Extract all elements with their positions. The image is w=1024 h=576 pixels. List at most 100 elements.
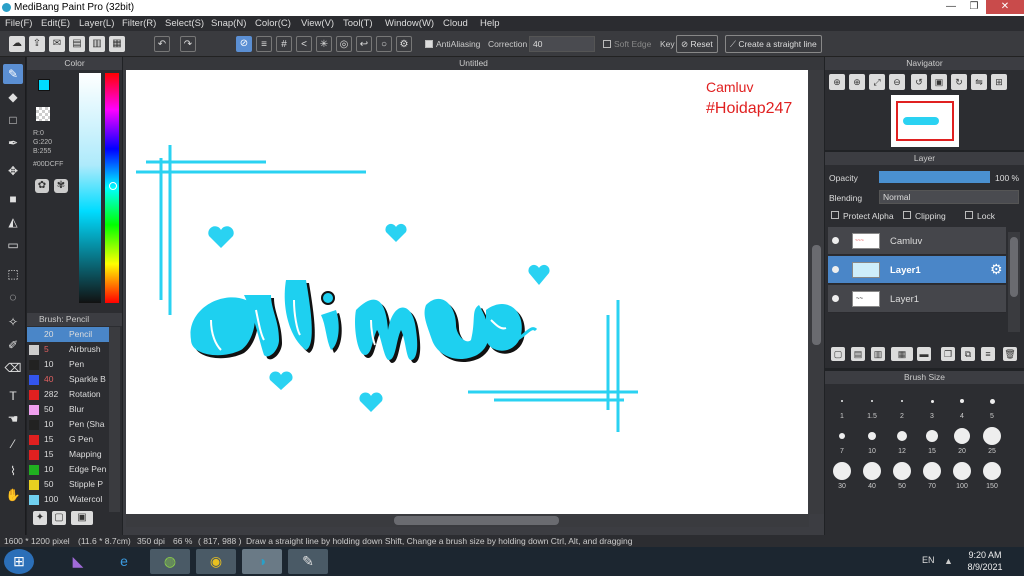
brush-size-option[interactable] (926, 430, 938, 442)
message-icon[interactable]: ▤ (69, 36, 85, 52)
language-indicator[interactable]: EN (922, 555, 935, 565)
brush-size-option[interactable] (923, 462, 941, 480)
rotate-right-icon[interactable]: ↻ (951, 74, 967, 90)
chrome-icon[interactable]: ◉ (196, 549, 236, 574)
text-tool-icon[interactable]: T (3, 386, 23, 406)
internet-explorer-icon[interactable]: e (104, 549, 144, 574)
transparent-color-swatch[interactable] (36, 107, 50, 121)
brush-new-icon[interactable]: ▢ (52, 511, 66, 525)
snap-settings-icon[interactable]: ⚙ (396, 36, 412, 52)
brush-list-item[interactable]: 10 Pen (Sha (27, 417, 109, 432)
soft-edge-checkbox[interactable] (603, 40, 611, 48)
document-tab[interactable]: Untitled (123, 57, 824, 70)
brush-list-item[interactable]: 10 Pen (27, 357, 109, 372)
brush-list-item[interactable]: 5 Airbrush (27, 342, 109, 357)
fit-icon[interactable]: ⤢ (869, 74, 885, 90)
menu-view[interactable]: View(V) (301, 18, 334, 29)
new-halftone-layer-icon[interactable]: ▤ (851, 347, 865, 361)
comment-icon[interactable]: ✉ (49, 36, 65, 52)
brush-list-item[interactable]: 282 Rotation (27, 387, 109, 402)
lock-checkbox[interactable] (965, 211, 973, 219)
brush-size-option[interactable] (954, 428, 970, 444)
visibility-icon[interactable] (832, 295, 839, 302)
zoom-in-icon[interactable]: ⊕ (829, 74, 845, 90)
dot-tool-icon[interactable]: □ (3, 110, 23, 130)
flip-icon[interactable]: ⇋ (971, 74, 987, 90)
move-tool-icon[interactable]: ✥ (3, 161, 23, 181)
navigator-preview[interactable] (891, 95, 959, 147)
brush-tool-icon[interactable]: ✎ (3, 64, 23, 84)
cloud-icon[interactable]: ☁ (9, 36, 25, 52)
brush-list-item[interactable]: 50 Blur (27, 402, 109, 417)
menu-window[interactable]: Window(W) (385, 18, 434, 29)
blending-select[interactable]: Normal (879, 190, 1019, 204)
grid-snap-icon[interactable]: # (276, 36, 292, 52)
rotate-left-icon[interactable]: ↺ (911, 74, 927, 90)
menu-filter[interactable]: Filter(R) (122, 18, 156, 29)
straight-line-button[interactable]: ⟋ Create a straight line (725, 35, 822, 53)
medibang-taskbar-icon[interactable]: ◑ (242, 549, 282, 574)
visibility-icon[interactable] (832, 266, 839, 273)
brush-size-option[interactable] (839, 433, 845, 439)
brush-size-option[interactable] (868, 432, 876, 440)
fit-screen-icon[interactable]: ▣ (931, 74, 947, 90)
start-button-icon[interactable]: ⊞ (4, 549, 34, 574)
hand-tool-icon[interactable]: ✋ (3, 485, 23, 505)
brush-size-option[interactable] (953, 462, 971, 480)
brush-size-option[interactable] (841, 400, 843, 402)
layer-row-camluv[interactable]: ~~~ Camluv (828, 227, 1006, 255)
brush-size-option[interactable] (901, 400, 903, 402)
new-8bit-layer-icon[interactable]: ▥ (871, 347, 885, 361)
brush-size-option[interactable] (930, 399, 934, 403)
folder-icon[interactable]: ▬ (917, 347, 931, 361)
menu-color[interactable]: Color(C) (255, 18, 291, 29)
circle-snap-icon[interactable]: ◎ (336, 36, 352, 52)
brush-list-item[interactable]: 50 Stipple P (27, 477, 109, 492)
bucket-tool-icon[interactable]: ◭ (3, 212, 23, 232)
new-layer-icon[interactable]: ▢ (831, 347, 845, 361)
menu-cloud[interactable]: Cloud (443, 18, 468, 29)
layer-scroll-thumb[interactable] (1010, 237, 1018, 297)
layer-settings-gear-icon[interactable]: ⚙ (990, 261, 1003, 278)
hue-cursor[interactable] (109, 182, 117, 190)
redo-icon[interactable]: ↷ (180, 36, 196, 52)
paint-icon[interactable]: ✎ (288, 549, 328, 574)
settings-doc-icon[interactable]: ▦ (109, 36, 125, 52)
protect-alpha-checkbox[interactable] (831, 211, 839, 219)
delete-layer-icon[interactable]: 🗑 (1003, 347, 1017, 361)
brush-size-option[interactable] (960, 399, 964, 403)
menu-snap[interactable]: Snap(N) (211, 18, 246, 29)
brush-settings-icon[interactable]: ✦ (33, 511, 47, 525)
brush-list-item[interactable]: 100 Watercol (27, 492, 109, 507)
merge-layer-icon[interactable]: ⧉ (961, 347, 975, 361)
brush-list-item[interactable]: 20 Pencil (27, 327, 109, 342)
layer-scrollbar[interactable] (1008, 232, 1020, 332)
visibility-icon[interactable] (832, 237, 839, 244)
layer-row-layer1-selected[interactable]: Layer1 ⚙ (828, 256, 1006, 284)
eraser-tool-icon[interactable]: ◆ (3, 87, 23, 107)
ellipse-snap-icon[interactable]: ○ (376, 36, 392, 52)
menu-layer[interactable]: Layer(L) (79, 18, 114, 29)
close-button[interactable]: ✕ (986, 0, 1024, 14)
layer-menu-icon[interactable]: ≡ (981, 347, 995, 361)
layer-row-layer1[interactable]: ~~ Layer1 (828, 285, 1006, 313)
brush-list-item[interactable]: 15 Mapping (27, 447, 109, 462)
eyedropper-tool-icon[interactable]: ⌇ (3, 461, 23, 481)
duplicate-layer-icon[interactable]: ❐ (941, 347, 955, 361)
brush-size-option[interactable] (893, 462, 911, 480)
correction-select[interactable]: 40 (529, 36, 595, 52)
palette-add-icon[interactable]: ✾ (54, 179, 68, 193)
vertical-scroll-thumb[interactable] (812, 245, 821, 345)
brush-size-option[interactable] (983, 427, 1001, 445)
document-icon[interactable]: ▥ (89, 36, 105, 52)
share-icon[interactable]: ⇪ (29, 36, 45, 52)
zoom-out-icon[interactable]: ⊖ (889, 74, 905, 90)
add-layer-menu-icon[interactable]: ▦ (891, 347, 913, 361)
saturation-value-slider[interactable] (79, 73, 101, 303)
app-green-icon[interactable]: ◍ (150, 549, 190, 574)
brush-list-item[interactable]: 10 Edge Pen (27, 462, 109, 477)
magic-wand-tool-icon[interactable]: ✧ (3, 312, 23, 332)
zoom-in-alt-icon[interactable]: ⊕ (849, 74, 865, 90)
horizontal-scrollbar[interactable] (126, 514, 809, 527)
perspective-snap-icon[interactable]: < (296, 36, 312, 52)
